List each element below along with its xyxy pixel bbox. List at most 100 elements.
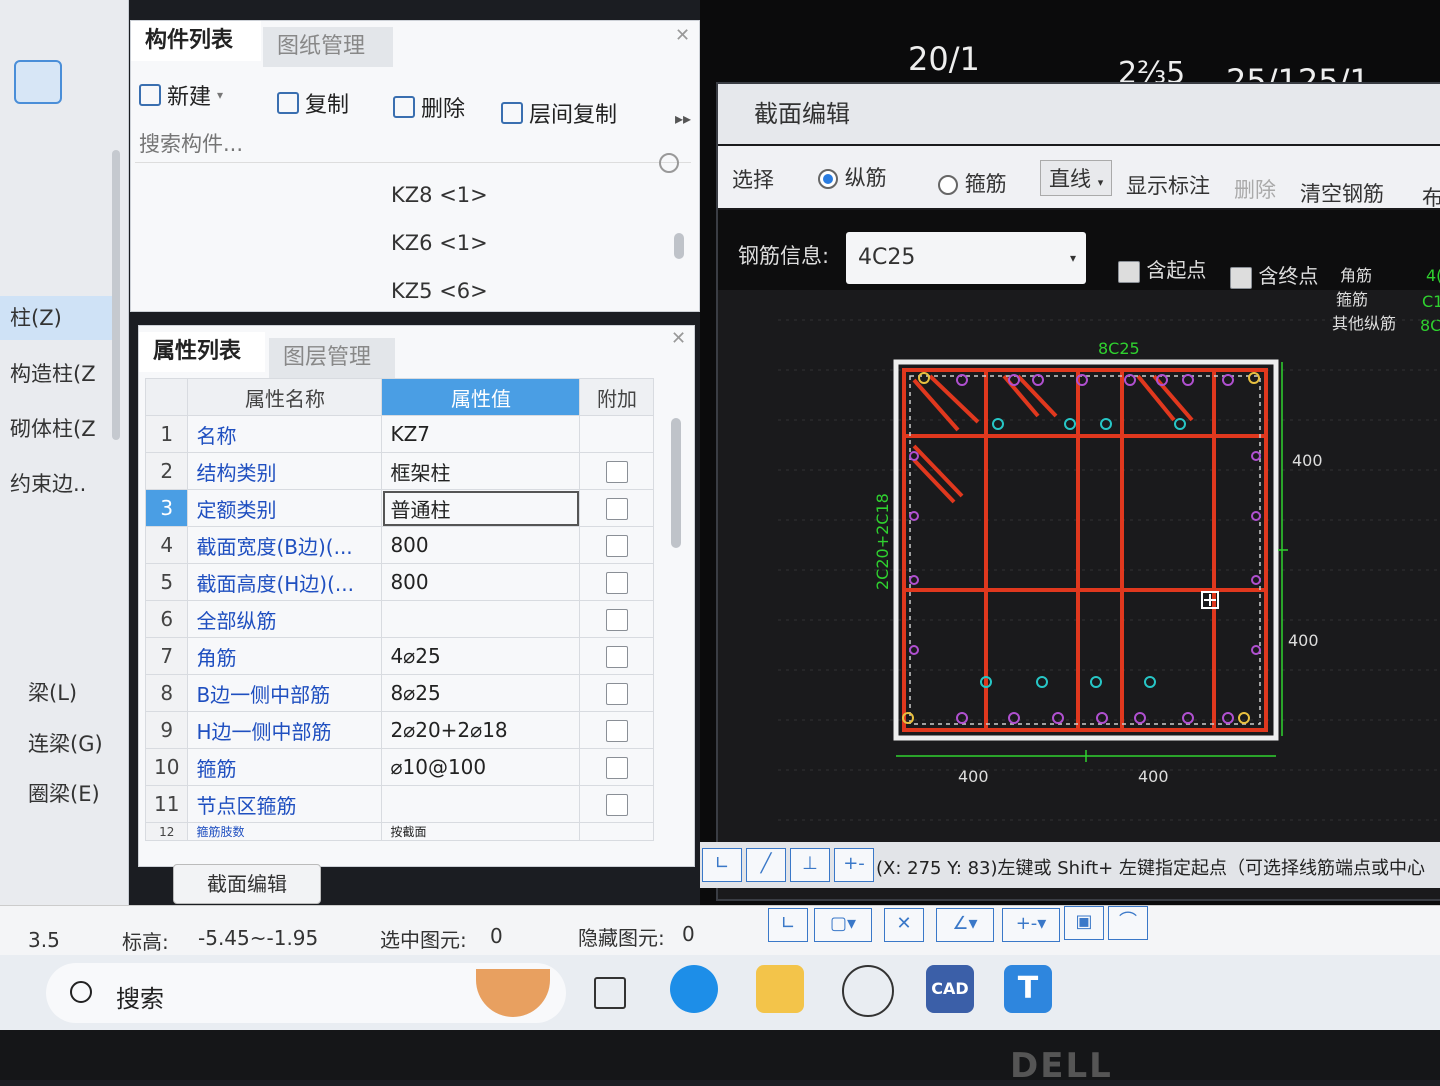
line-tool-icon[interactable]: ╱ bbox=[746, 848, 786, 882]
property-value[interactable]: 2⌀20+2⌀18 bbox=[381, 711, 581, 749]
display-tool-icon[interactable]: ▣ bbox=[1064, 906, 1104, 940]
property-scrollbar[interactable] bbox=[671, 418, 681, 548]
rebar-info-select[interactable]: 4C25 ▾ bbox=[846, 232, 1086, 284]
cad-app-label: CAD bbox=[931, 979, 969, 998]
radio-longitudinal[interactable]: 纵筋 bbox=[818, 162, 887, 192]
list-item[interactable]: KZ5 <6> bbox=[391, 279, 488, 303]
table-row[interactable]: 11 节点区箍筋 bbox=[144, 785, 655, 823]
close-icon[interactable]: ✕ bbox=[671, 328, 686, 349]
nav-item-label: 砌体柱(Z bbox=[10, 417, 96, 441]
table-row[interactable]: 8 B边一侧中部筋 8⌀25 bbox=[144, 674, 655, 712]
copy-button[interactable]: 复制 bbox=[277, 87, 349, 119]
table-row[interactable]: 2 结构类别 框架柱 bbox=[144, 452, 655, 490]
extra-checkbox[interactable] bbox=[605, 757, 628, 780]
dimension-lines bbox=[896, 362, 1288, 762]
table-row[interactable]: 5 截面高度(H边)(... 800 bbox=[144, 563, 655, 601]
extra-checkbox[interactable] bbox=[605, 535, 628, 558]
new-icon bbox=[139, 84, 161, 106]
property-value[interactable]: KZ7 bbox=[381, 415, 581, 453]
table-row[interactable]: 9 H边一侧中部筋 2⌀20+2⌀18 bbox=[144, 711, 655, 749]
property-value[interactable]: 8⌀25 bbox=[381, 674, 581, 712]
list-item[interactable]: KZ6 <1> bbox=[391, 231, 488, 255]
nav-item-ring-beam[interactable]: 圈梁(E) bbox=[0, 778, 120, 808]
table-row[interactable]: 10 箍筋 ⌀10@100 bbox=[144, 748, 655, 786]
tab-layer-management[interactable]: 图层管理 bbox=[269, 338, 395, 378]
nav-scrollbar[interactable] bbox=[112, 150, 120, 440]
nav-item-constructional-column[interactable]: 构造柱(Z bbox=[0, 358, 120, 388]
extra-checkbox[interactable] bbox=[605, 609, 628, 632]
radio-stirrup[interactable]: 箍筋 bbox=[938, 168, 1007, 198]
more-button[interactable]: 布 bbox=[1422, 182, 1440, 212]
property-value[interactable]: 框架柱 bbox=[381, 452, 581, 490]
include-end-checkbox[interactable]: 含终点 bbox=[1230, 260, 1318, 289]
perpendicular-tool-icon[interactable]: ⊥ bbox=[790, 848, 830, 882]
property-name: 节点区箍筋 bbox=[187, 785, 383, 823]
section-drawing-canvas[interactable]: 8C25 2C20+2C18 400 400 400 400 bbox=[718, 290, 1440, 850]
table-row[interactable]: 6 全部纵筋 bbox=[144, 600, 655, 638]
rect-select-icon[interactable]: ▢▾ bbox=[814, 908, 872, 942]
extra-checkbox[interactable] bbox=[605, 683, 628, 706]
show-marks-button[interactable]: 显示标注 bbox=[1126, 170, 1210, 200]
cad-app-icon[interactable]: CAD bbox=[926, 965, 974, 1013]
tab-drawing-management[interactable]: 图纸管理 bbox=[263, 27, 393, 67]
property-value[interactable]: 800 bbox=[381, 526, 581, 564]
extra-checkbox[interactable] bbox=[605, 461, 628, 484]
line-mode-dropdown[interactable]: 直线 ▾ bbox=[1040, 160, 1113, 196]
search-icon[interactable] bbox=[659, 153, 679, 173]
list-view-icon[interactable] bbox=[14, 60, 62, 104]
edge-browser-icon[interactable] bbox=[670, 965, 718, 1013]
cross-select-icon[interactable]: ✕ bbox=[884, 908, 924, 942]
property-value[interactable]: 4⌀25 bbox=[381, 637, 581, 675]
table-row[interactable]: 12 箍筋肢数 按截面 bbox=[144, 822, 655, 841]
table-row[interactable]: 1 名称 KZ7 bbox=[144, 415, 655, 453]
nav-item-link-beam[interactable]: 连梁(G) bbox=[0, 728, 120, 758]
t-app-icon[interactable]: T bbox=[1004, 965, 1052, 1013]
nav-item-column[interactable]: 柱(Z) bbox=[0, 296, 120, 340]
angle-tool-icon[interactable]: ∠▾ bbox=[936, 908, 994, 942]
search-box[interactable]: 搜索 bbox=[46, 963, 566, 1023]
rebar-info-bar: 钢筋信息: 4C25▾ 含起点 含终点 角筋 箍筋 其他纵筋 4( C1 8C bbox=[718, 210, 1440, 335]
search-input[interactable] bbox=[135, 125, 691, 163]
section-edit-button[interactable]: 截面编辑 bbox=[173, 864, 321, 904]
property-name: 结构类别 bbox=[187, 452, 383, 490]
nav-item-constraint-edge[interactable]: 约束边.. bbox=[0, 468, 120, 498]
table-row[interactable]: 7 角筋 4⌀25 bbox=[144, 637, 655, 675]
property-value-editor[interactable]: 普通柱 bbox=[381, 489, 581, 527]
clear-rebar-button[interactable]: 清空钢筋 bbox=[1300, 178, 1384, 208]
extra-checkbox[interactable] bbox=[605, 572, 628, 595]
task-view-icon[interactable] bbox=[594, 977, 626, 1009]
select-button[interactable]: 选择 bbox=[732, 164, 774, 194]
nav-item-beam[interactable]: 梁(L) bbox=[0, 677, 120, 707]
arc-tool-icon[interactable]: ⌒ bbox=[1108, 906, 1148, 940]
table-row[interactable]: 3 定额类别 普通柱 bbox=[144, 489, 655, 527]
file-explorer-icon[interactable] bbox=[756, 965, 804, 1013]
extra-checkbox[interactable] bbox=[605, 720, 628, 743]
delete-button[interactable]: 删除 bbox=[393, 91, 465, 123]
ortho-tool-icon[interactable]: ∟ bbox=[702, 848, 742, 882]
property-value[interactable]: 800 bbox=[381, 563, 581, 601]
property-name: H边一侧中部筋 bbox=[187, 711, 383, 749]
extra-checkbox[interactable] bbox=[605, 498, 628, 521]
property-value[interactable]: ⌀10@100 bbox=[381, 748, 581, 786]
close-icon[interactable]: ✕ bbox=[675, 25, 690, 46]
ortho-snap-icon[interactable]: ∟ bbox=[768, 908, 808, 942]
offset-tool-icon[interactable]: +- bbox=[834, 848, 874, 882]
list-item[interactable]: KZ8 <1> bbox=[391, 183, 488, 207]
property-value[interactable]: 按截面 bbox=[381, 822, 581, 841]
nav-item-masonry-column[interactable]: 砌体柱(Z bbox=[0, 413, 120, 443]
dimension-label: 400 bbox=[1292, 451, 1323, 470]
include-start-checkbox[interactable]: 含起点 bbox=[1118, 254, 1206, 283]
extra-checkbox[interactable] bbox=[605, 646, 628, 669]
property-value[interactable] bbox=[381, 600, 581, 638]
dell-app-icon[interactable] bbox=[842, 965, 894, 1017]
tab-component-list[interactable]: 构件列表 bbox=[131, 21, 261, 61]
column-header-value[interactable]: 属性值 bbox=[381, 378, 581, 416]
extra-checkbox[interactable] bbox=[605, 794, 628, 817]
delete-button[interactable]: 删除 bbox=[1234, 174, 1276, 204]
list-scrollbar[interactable] bbox=[674, 233, 684, 259]
tab-property-list[interactable]: 属性列表 bbox=[139, 332, 265, 372]
property-value[interactable] bbox=[381, 785, 581, 823]
coordinate-tool-icon[interactable]: +-▾ bbox=[1002, 908, 1060, 942]
new-button[interactable]: 新建 ▾ bbox=[139, 79, 223, 111]
table-row[interactable]: 4 截面宽度(B边)(... 800 bbox=[144, 526, 655, 564]
